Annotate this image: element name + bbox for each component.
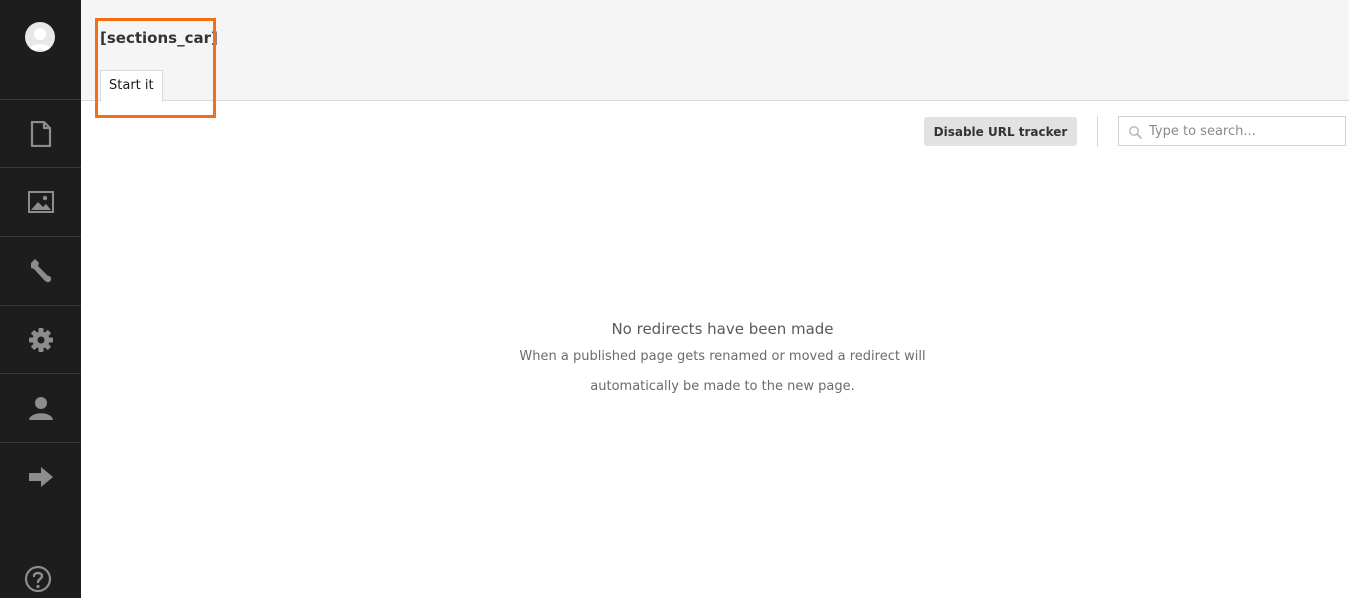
avatar[interactable] (25, 22, 55, 52)
user-avatar-icon (29, 28, 51, 50)
sidebar-item-media[interactable] (0, 167, 81, 235)
gear-icon (28, 327, 53, 352)
tab-start-it[interactable]: Start it (100, 70, 163, 102)
sidebar (0, 0, 81, 598)
sidebar-item-settings[interactable] (0, 305, 81, 373)
disable-url-tracker-button[interactable]: Disable URL tracker (924, 117, 1077, 146)
image-icon (27, 190, 54, 213)
arrow-right-icon (28, 466, 53, 487)
page-header: [sections_car] Start it (81, 0, 1349, 102)
sidebar-item-developer[interactable] (0, 236, 81, 304)
sidebar-item-redirects[interactable] (0, 442, 81, 510)
empty-state: No redirects have been made When a publi… (81, 316, 1349, 402)
search-icon (1129, 126, 1142, 139)
empty-state-description: When a published page gets renamed or mo… (519, 349, 926, 394)
wrench-icon (30, 258, 51, 282)
sidebar-item-users[interactable] (0, 373, 81, 441)
help-icon (24, 565, 52, 593)
empty-state-title: No redirects have been made (611, 320, 834, 338)
user-icon (28, 396, 53, 420)
page-title: [sections_car] (100, 29, 218, 47)
sidebar-item-content[interactable] (0, 99, 81, 167)
search-input[interactable] (1149, 117, 1341, 145)
toolbar-divider (1097, 116, 1098, 147)
search-box[interactable] (1118, 116, 1346, 146)
document-icon (30, 120, 51, 147)
help-button[interactable] (24, 565, 52, 593)
